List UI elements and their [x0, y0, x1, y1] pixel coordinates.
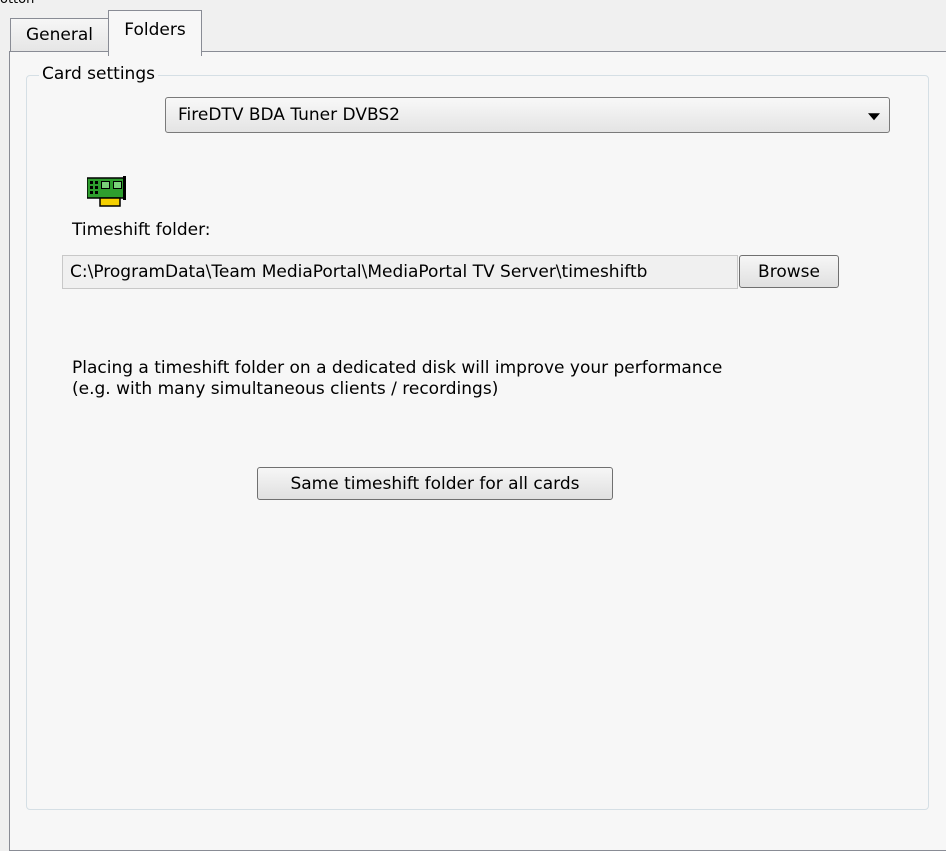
info-line-1: Placing a timeshift folder on a dedicate…	[72, 358, 723, 378]
browse-button-label: Browse	[758, 261, 820, 282]
same-folder-button-label: Same timeshift folder for all cards	[290, 473, 580, 494]
info-line-2: (e.g. with many simultaneous clients / r…	[72, 379, 499, 399]
tab-panel-folders: Card settings	[9, 51, 946, 851]
tuner-card-selected: FireDTV BDA Tuner DVBS2	[178, 105, 400, 125]
tv-tuner-card-icon	[87, 176, 126, 207]
chevron-down-icon[interactable]	[868, 113, 880, 121]
same-folder-all-cards-button[interactable]: Same timeshift folder for all cards	[257, 467, 613, 500]
browse-button[interactable]: Browse	[739, 255, 839, 288]
timeshift-folder-label: Timeshift folder:	[72, 220, 211, 240]
tab-folders[interactable]: Folders	[108, 10, 202, 56]
tuner-card-select[interactable]: FireDTV BDA Tuner DVBS2	[165, 97, 890, 133]
tab-general[interactable]: General	[10, 18, 108, 51]
timeshift-folder-field[interactable]: C:\ProgramData\Team MediaPortal\MediaPor…	[62, 255, 738, 289]
tab-folders-label: Folders	[124, 20, 186, 40]
header-fragment: otton	[0, 0, 34, 6]
group-title: Card settings	[39, 64, 158, 84]
card-settings-group: Card settings	[26, 64, 929, 810]
tab-general-label: General	[26, 25, 93, 45]
